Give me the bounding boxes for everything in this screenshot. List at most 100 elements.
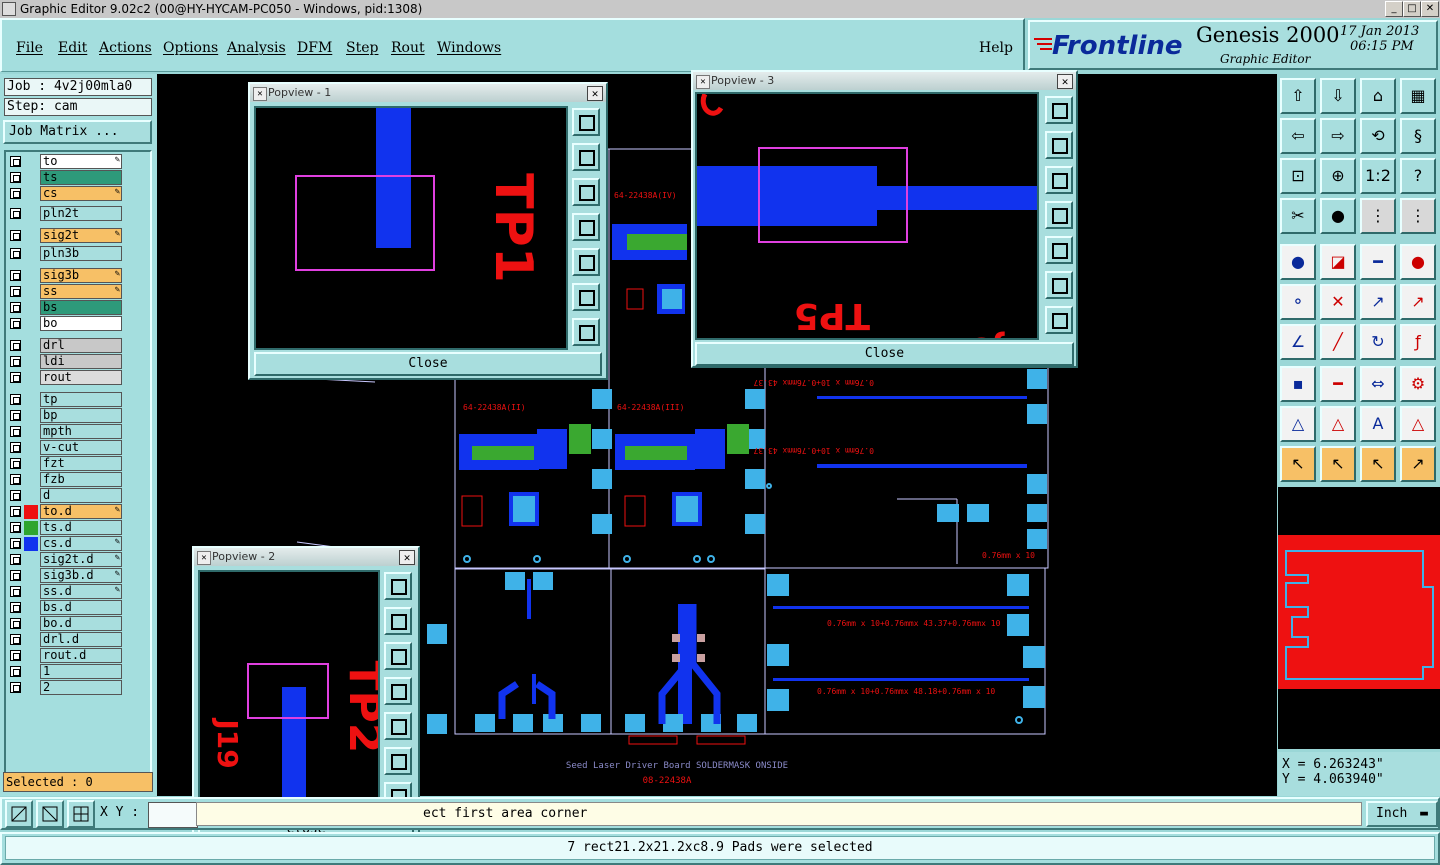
zoom-center-icon[interactable]: ⊕ bbox=[1320, 158, 1356, 194]
zoom-home-icon[interactable]: ⊡ bbox=[1280, 158, 1316, 194]
menu-options[interactable]: Options bbox=[163, 40, 218, 56]
layer-checkbox[interactable] bbox=[10, 208, 21, 219]
layer-checkbox[interactable] bbox=[10, 458, 21, 469]
layer-checkbox[interactable] bbox=[10, 286, 21, 297]
layer-name[interactable]: rout bbox=[40, 370, 122, 385]
pan-left-icon[interactable] bbox=[572, 213, 600, 241]
layer-checkbox[interactable] bbox=[10, 506, 21, 517]
layer-checkbox[interactable] bbox=[10, 230, 21, 241]
layer-row-to[interactable]: to ✎ bbox=[8, 154, 124, 170]
popview-1-menu-icon[interactable]: ✕ bbox=[253, 87, 267, 101]
layer-name[interactable]: 2 bbox=[40, 680, 122, 695]
layer-name[interactable]: v-cut bbox=[40, 440, 122, 455]
layer-row-to-d[interactable]: to.d ✎ bbox=[8, 504, 124, 520]
layer-row-sig2t-d[interactable]: sig2t.d ✎ bbox=[8, 552, 124, 568]
layer-row-fzb[interactable]: fzb bbox=[8, 472, 124, 488]
layer-name[interactable]: 1 bbox=[40, 664, 122, 679]
layer-checkbox[interactable] bbox=[10, 570, 21, 581]
zoom-fit-icon[interactable] bbox=[572, 108, 600, 136]
layer-row-rout-d[interactable]: rout.d bbox=[8, 648, 124, 664]
draw-line-icon[interactable]: ◪ bbox=[1320, 244, 1356, 280]
layer-checkbox[interactable] bbox=[10, 538, 21, 549]
layer-name[interactable]: cs.d bbox=[40, 536, 122, 551]
window-icon[interactable]: ▦ bbox=[1400, 78, 1436, 114]
layer-row-pln2t[interactable]: pln2t bbox=[8, 206, 124, 222]
layer-checkbox[interactable] bbox=[10, 554, 21, 565]
menu-actions[interactable]: Actions bbox=[99, 40, 152, 56]
layer-row-ldi[interactable]: ldi bbox=[8, 354, 124, 370]
layers-out-icon[interactable]: ⇨ bbox=[1320, 118, 1356, 154]
layer-name[interactable]: ss bbox=[40, 284, 122, 299]
layer-checkbox[interactable] bbox=[10, 340, 21, 351]
layer-color-swatch[interactable] bbox=[24, 521, 38, 535]
pan-up-icon[interactable] bbox=[572, 143, 600, 171]
layer-checkbox[interactable] bbox=[10, 618, 21, 629]
layer-checkbox[interactable] bbox=[10, 682, 21, 693]
layers-in-icon[interactable]: ⇦ bbox=[1280, 118, 1316, 154]
popview-1-close-button[interactable]: Close bbox=[254, 352, 602, 376]
menu-edit[interactable]: Edit bbox=[58, 40, 87, 56]
flip-icon[interactable]: ƒ bbox=[1400, 324, 1436, 360]
layer-checkbox[interactable] bbox=[10, 356, 21, 367]
arc-icon[interactable]: ↻ bbox=[1360, 324, 1396, 360]
layer-name[interactable]: bs.d bbox=[40, 600, 122, 615]
pan-down-icon[interactable] bbox=[572, 178, 600, 206]
unit-selector[interactable]: Inch ▬ bbox=[1366, 801, 1438, 827]
layer-checkbox[interactable] bbox=[10, 442, 21, 453]
scale-1-2-icon[interactable]: 1:2 bbox=[1360, 158, 1396, 194]
pad-select-icon[interactable]: ▪ bbox=[1280, 366, 1316, 402]
layer-name[interactable]: ldi bbox=[40, 354, 122, 369]
popview-3-close-icon[interactable]: ✕ bbox=[1057, 74, 1073, 89]
layer-name[interactable]: bo bbox=[40, 316, 122, 331]
maximize-button[interactable]: □ bbox=[1403, 1, 1421, 17]
layer-checkbox[interactable] bbox=[10, 172, 21, 183]
layer-checkbox[interactable] bbox=[10, 394, 21, 405]
layer-row-tp[interactable]: tp bbox=[8, 392, 124, 408]
select-box-icon[interactable]: ● bbox=[1400, 244, 1436, 280]
vector-icon[interactable]: ↗ bbox=[1400, 284, 1436, 320]
grid-icon[interactable] bbox=[67, 800, 95, 828]
s-curve-icon[interactable]: § bbox=[1400, 118, 1436, 154]
layer-checkbox[interactable] bbox=[10, 156, 21, 167]
layer-name[interactable]: ts.d bbox=[40, 520, 122, 535]
cluster-icon[interactable]: ⚙ bbox=[1400, 366, 1436, 402]
popview-1-close-icon[interactable]: ✕ bbox=[587, 86, 603, 101]
triangle-icon[interactable]: △ bbox=[1280, 406, 1316, 442]
zoom-fit-icon[interactable] bbox=[1045, 96, 1073, 124]
layer-row-drl-d[interactable]: drl.d bbox=[8, 632, 124, 648]
pan-up-icon[interactable] bbox=[384, 607, 412, 635]
layer-row-fzt[interactable]: fzt bbox=[8, 456, 124, 472]
pan-down-icon[interactable] bbox=[1045, 166, 1073, 194]
layer-row-ts-d[interactable]: ts.d bbox=[8, 520, 124, 536]
layer-name[interactable]: tp bbox=[40, 392, 122, 407]
job-matrix-button[interactable]: Job Matrix ... bbox=[3, 120, 152, 144]
layer-name[interactable]: rout.d bbox=[40, 648, 122, 663]
pan-right-icon[interactable] bbox=[572, 248, 600, 276]
layer-checkbox[interactable] bbox=[10, 602, 21, 613]
layer-name[interactable]: cs bbox=[40, 186, 122, 201]
layer-row-2[interactable]: 2 bbox=[8, 680, 124, 696]
snap-red-icon[interactable]: ⋮ bbox=[1360, 198, 1396, 234]
zoom-in-icon[interactable] bbox=[1045, 271, 1073, 299]
zoom-out-icon[interactable] bbox=[572, 318, 600, 346]
pan-up-icon[interactable] bbox=[1045, 131, 1073, 159]
pan-left-icon[interactable] bbox=[384, 677, 412, 705]
layer-name[interactable]: ss.d bbox=[40, 584, 122, 599]
snap-red-2-icon[interactable]: ⋮ bbox=[1400, 198, 1436, 234]
pointer-select-icon[interactable]: ↖ bbox=[1360, 446, 1396, 482]
menu-dfm[interactable]: DFM bbox=[297, 40, 332, 56]
measure-line-icon[interactable]: ● bbox=[1320, 198, 1356, 234]
layer-name[interactable]: d bbox=[40, 488, 122, 503]
zoom-in-icon[interactable] bbox=[572, 283, 600, 311]
menu-rout[interactable]: Rout bbox=[391, 40, 425, 56]
zoom-out-icon[interactable] bbox=[1045, 306, 1073, 334]
popview-3-view[interactable]: TP5 J8 bbox=[695, 92, 1039, 340]
layer-row-pln3b[interactable]: pln3b bbox=[8, 246, 124, 262]
layer-row-d[interactable]: d bbox=[8, 488, 124, 504]
layer-name[interactable]: ts bbox=[40, 170, 122, 185]
layer-row-ss-d[interactable]: ss.d ✎ bbox=[8, 584, 124, 600]
layer-checkbox[interactable] bbox=[10, 248, 21, 259]
layer-checkbox[interactable] bbox=[10, 474, 21, 485]
menu-analysis[interactable]: Analysis bbox=[227, 40, 286, 56]
menu-windows[interactable]: Windows bbox=[437, 40, 501, 56]
